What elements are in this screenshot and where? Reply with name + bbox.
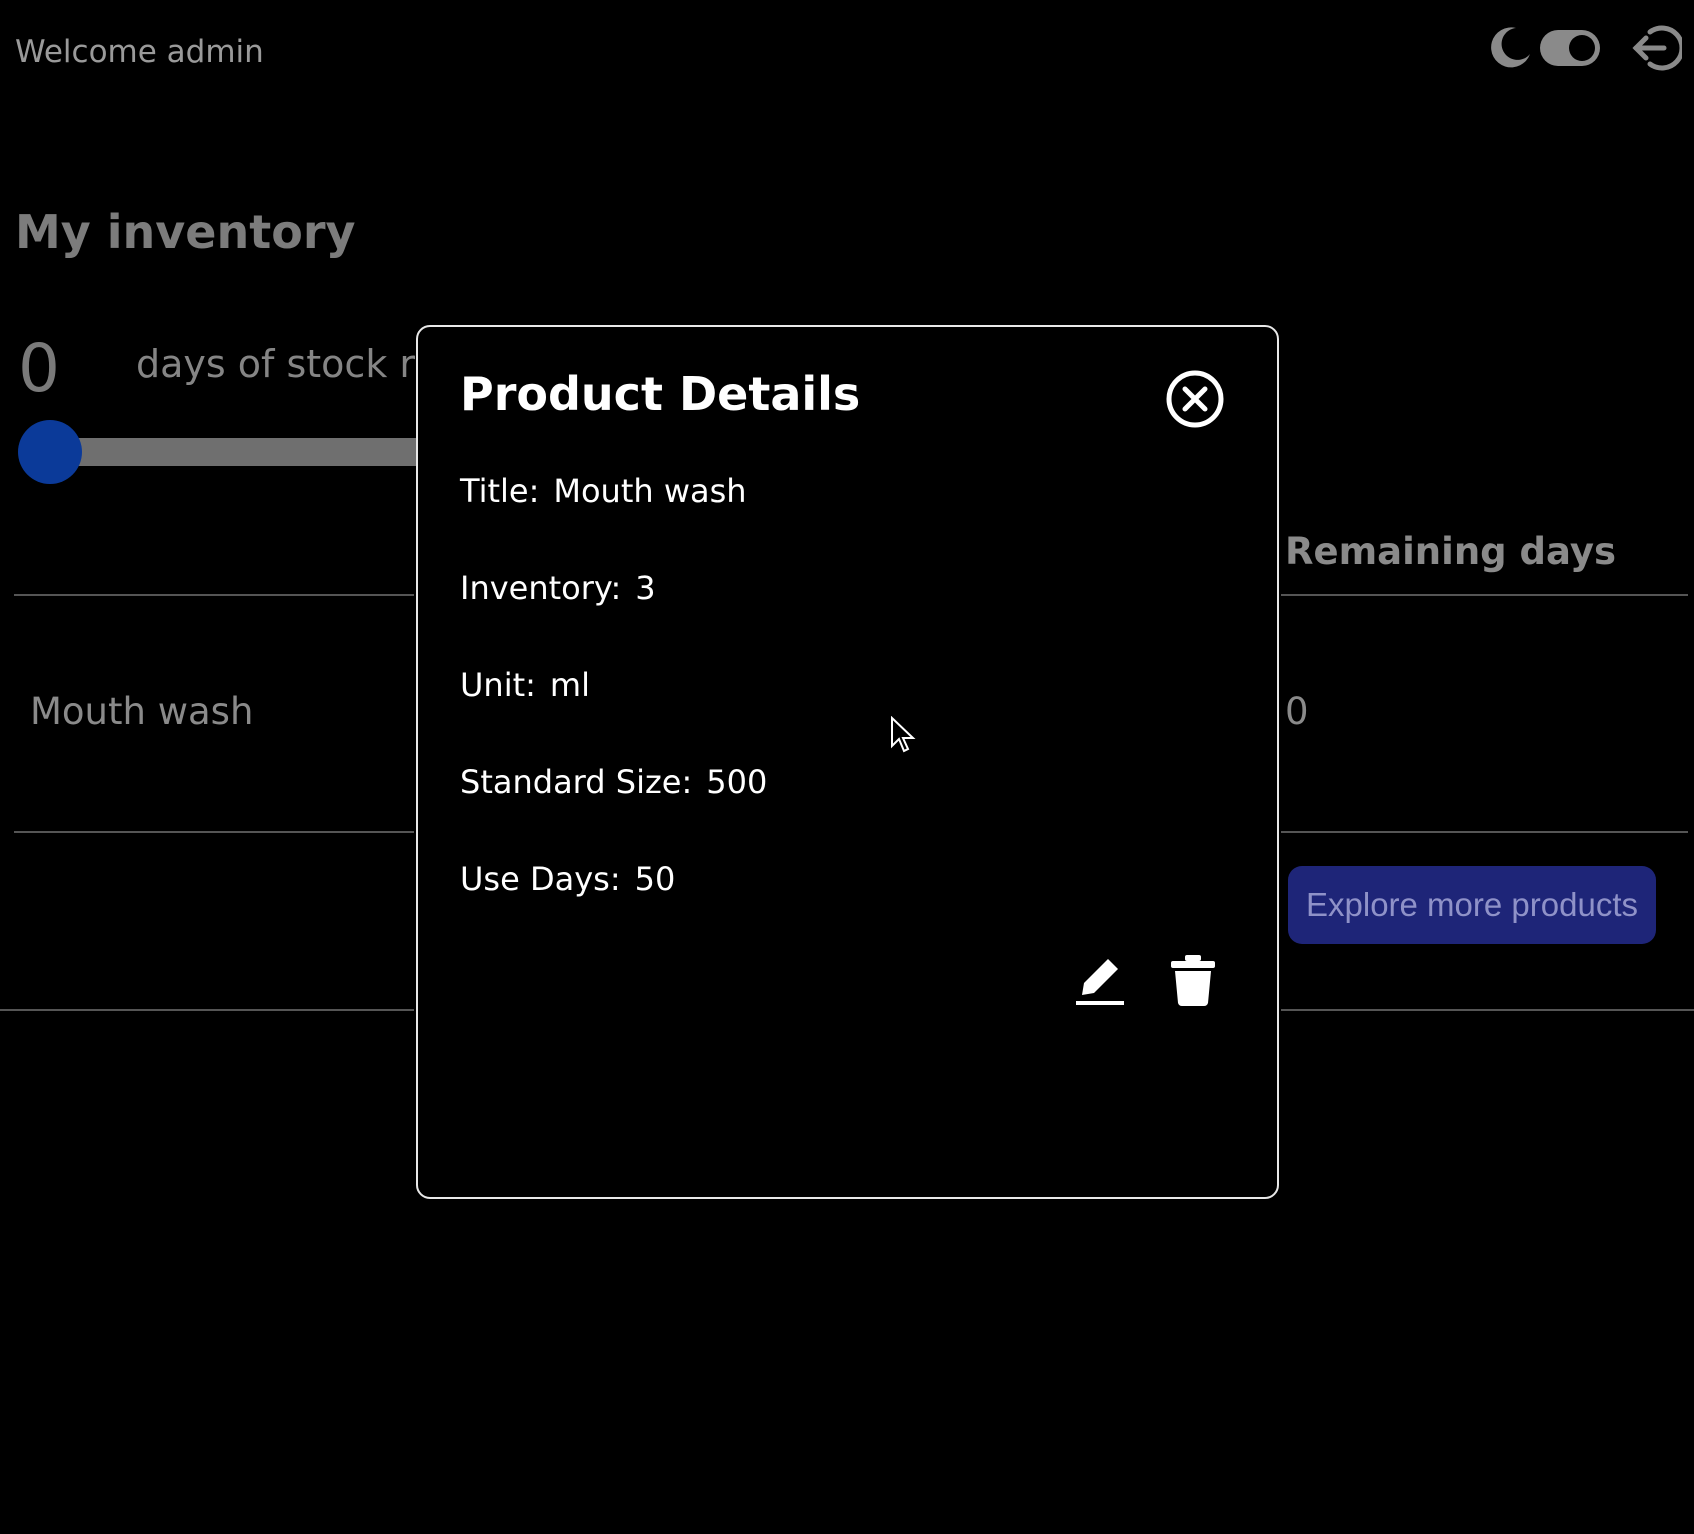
top-controls bbox=[1486, 22, 1685, 79]
product-details-modal: Product Details Title: Mouth wash Invento… bbox=[416, 325, 1279, 1199]
detail-value: ml bbox=[549, 666, 590, 704]
detail-value: 500 bbox=[706, 763, 768, 801]
trash-icon bbox=[1170, 955, 1216, 1011]
logout-icon[interactable] bbox=[1630, 22, 1685, 79]
detail-title: Title: Mouth wash bbox=[460, 472, 747, 510]
detail-value: 3 bbox=[635, 569, 656, 607]
days-slider-thumb[interactable] bbox=[18, 420, 82, 484]
divider bbox=[1281, 831, 1688, 833]
divider bbox=[0, 1009, 414, 1011]
edit-pencil-icon bbox=[1074, 959, 1126, 1011]
moon-icon bbox=[1486, 24, 1534, 77]
mouse-cursor-icon bbox=[890, 715, 916, 754]
detail-standard-size: Standard Size: 500 bbox=[460, 763, 767, 801]
detail-value: Mouth wash bbox=[553, 472, 747, 510]
explore-more-products-button[interactable]: Explore more products bbox=[1288, 866, 1656, 944]
detail-label: Title: bbox=[460, 472, 540, 510]
welcome-text: Welcome admin bbox=[15, 34, 264, 70]
edit-button[interactable] bbox=[1074, 955, 1126, 1007]
detail-value: 50 bbox=[634, 860, 676, 898]
divider bbox=[1281, 1009, 1694, 1011]
table-row-title[interactable]: Mouth wash bbox=[30, 690, 253, 733]
delete-button[interactable] bbox=[1170, 953, 1216, 1007]
page-title: My inventory bbox=[15, 205, 356, 259]
toggle-switch-icon[interactable] bbox=[1538, 26, 1602, 75]
close-button[interactable] bbox=[1165, 369, 1225, 429]
detail-label: Standard Size: bbox=[460, 763, 693, 801]
detail-label: Unit: bbox=[460, 666, 536, 704]
divider bbox=[14, 831, 414, 833]
theme-toggle[interactable] bbox=[1486, 24, 1602, 77]
modal-title: Product Details bbox=[460, 367, 861, 421]
detail-label: Inventory: bbox=[460, 569, 622, 607]
column-header-remaining: Remaining days bbox=[1285, 530, 1616, 573]
detail-inventory: Inventory: 3 bbox=[460, 569, 656, 607]
table-row-remaining: 0 bbox=[1285, 690, 1309, 733]
close-circle-icon bbox=[1165, 370, 1225, 433]
detail-label: Use Days: bbox=[460, 860, 621, 898]
days-label: days of stock re bbox=[136, 342, 416, 386]
detail-unit: Unit: ml bbox=[460, 666, 590, 704]
divider bbox=[14, 594, 414, 596]
days-slider-track[interactable] bbox=[50, 438, 420, 466]
detail-use-days: Use Days: 50 bbox=[460, 860, 675, 898]
divider bbox=[1281, 594, 1688, 596]
days-value: 0 bbox=[18, 330, 60, 407]
